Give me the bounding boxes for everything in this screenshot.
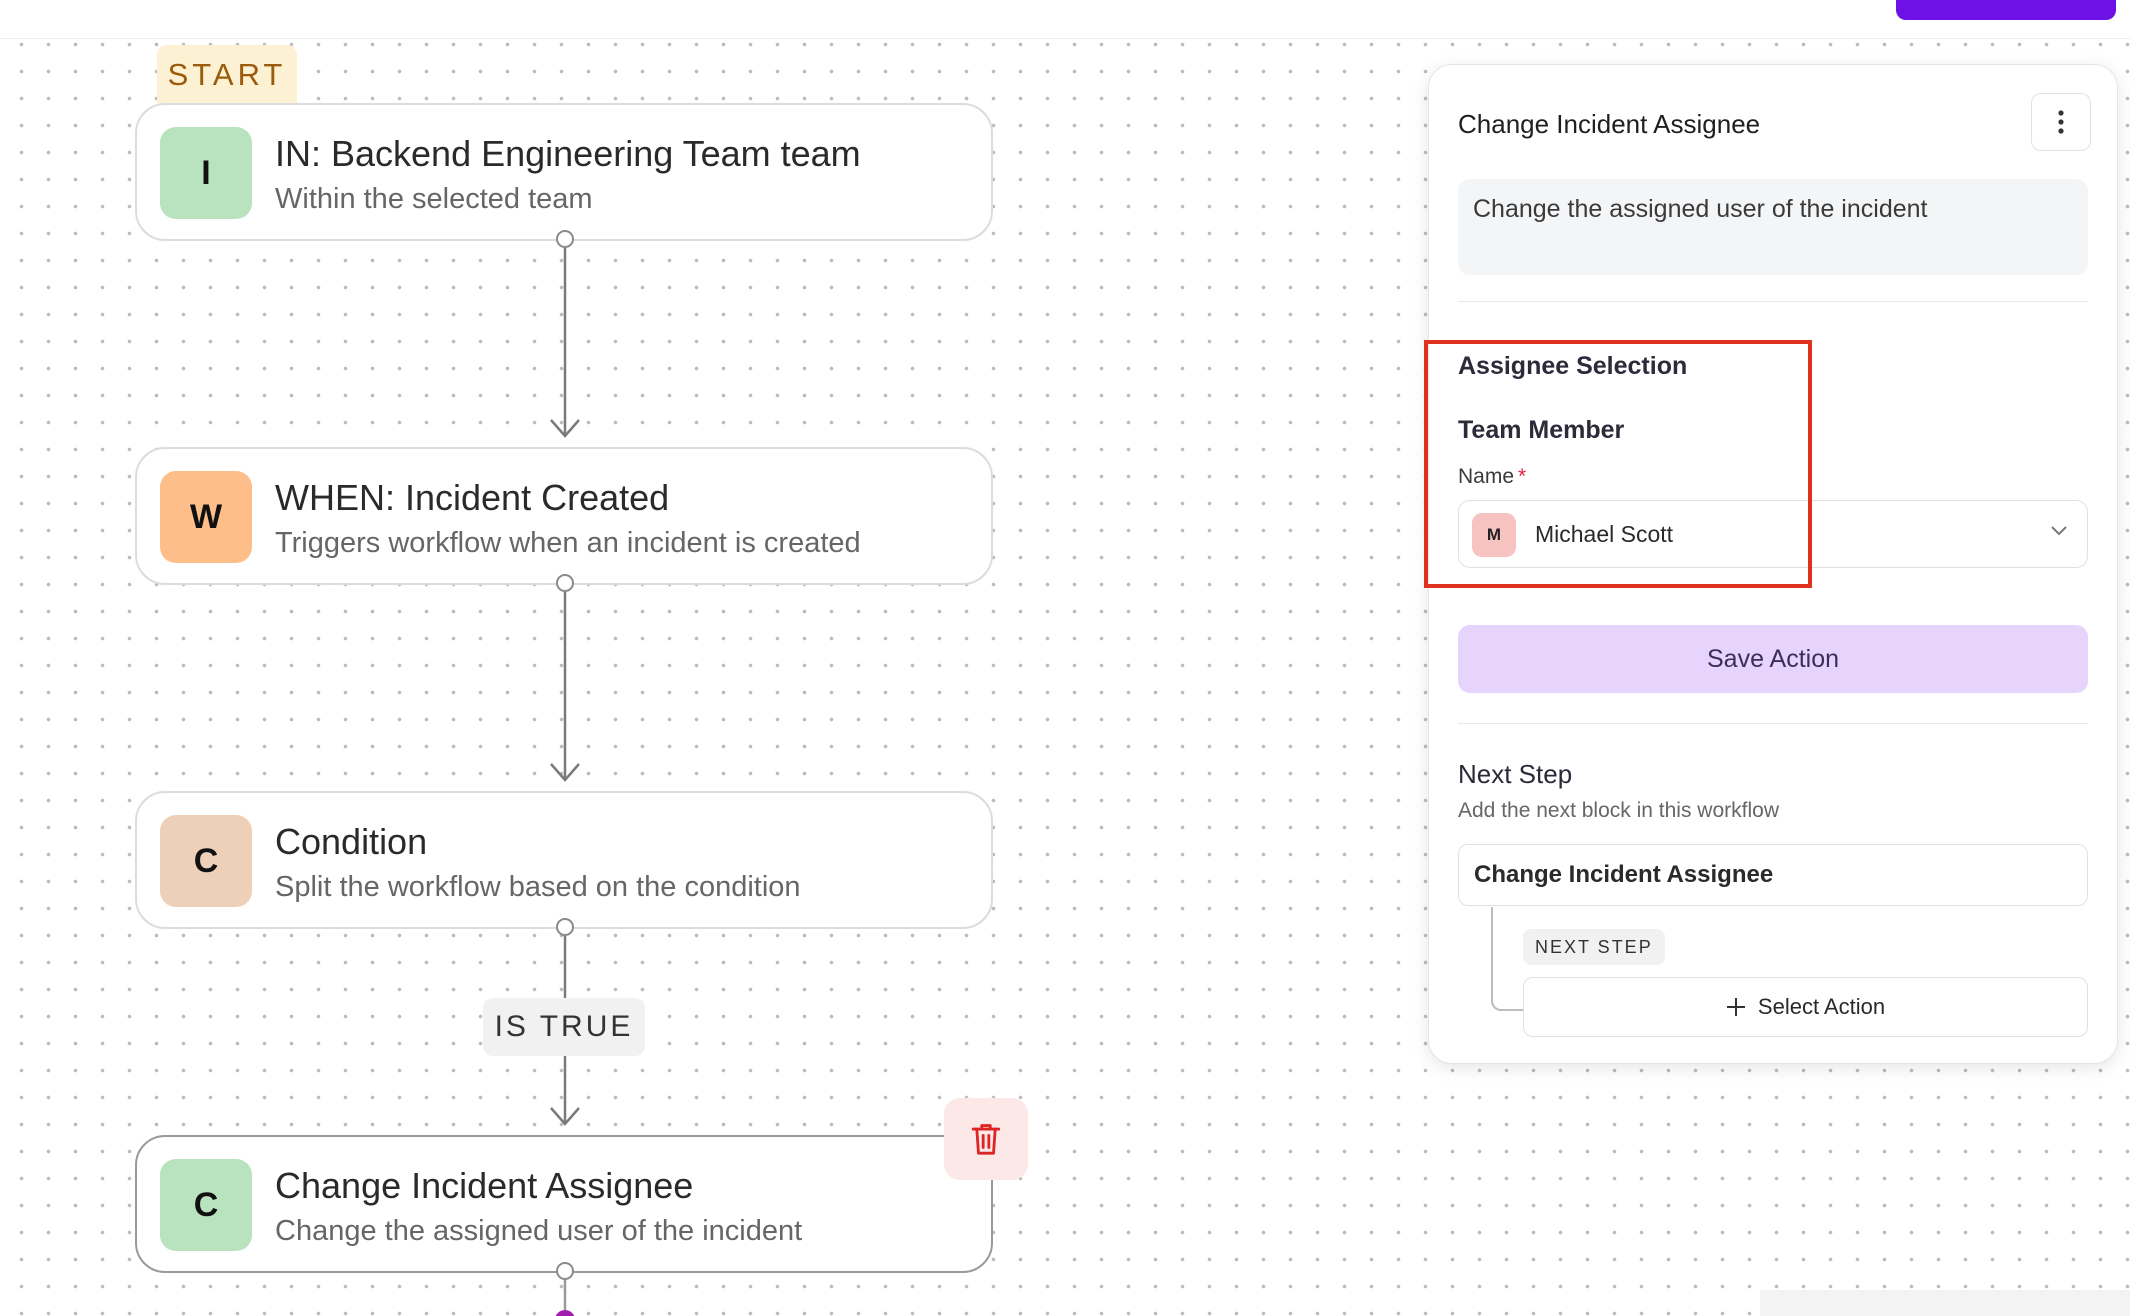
selected-user-name: Michael Scott [1535, 521, 1674, 547]
delete-node-button[interactable] [944, 1098, 1028, 1180]
action-config-panel: Change Incident Assignee Change the assi… [1424, 64, 2118, 1064]
start-tag: START [157, 45, 297, 103]
next-step-subtitle: Add the next block in this workflow [1458, 799, 1779, 822]
connector-arrow [550, 248, 580, 438]
node-condition[interactable]: C Condition Split the workflow based on … [135, 791, 993, 929]
connector-line [555, 1280, 575, 1316]
node-output-port[interactable] [556, 918, 574, 936]
node-subtitle: Within the selected team [275, 183, 593, 215]
kebab-menu-icon [2058, 110, 2064, 134]
node-title: IN: Backend Engineering Team team [275, 133, 861, 174]
user-avatar: M [1472, 513, 1516, 557]
trash-icon [971, 1124, 1001, 1155]
next-step-heading: Next Step [1458, 759, 1573, 789]
select-action-button[interactable]: Select Action [1523, 977, 2088, 1037]
connector-arrow [550, 592, 580, 782]
tree-connector [1491, 907, 1527, 1011]
team-member-heading: Team Member [1458, 416, 1625, 444]
node-avatar: W [160, 471, 252, 563]
node-avatar: I [160, 127, 252, 219]
node-output-port[interactable] [556, 574, 574, 592]
node-incident-created[interactable]: W WHEN: Incident Created Triggers workfl… [135, 447, 993, 585]
name-field-label: Name * [1458, 465, 1526, 489]
node-output-port[interactable] [556, 1262, 574, 1280]
node-team-filter[interactable]: I IN: Backend Engineering Team team With… [135, 103, 993, 241]
select-action-label: Select Action [1757, 994, 1886, 1019]
next-step-badge: NEXT STEP [1523, 929, 1665, 965]
chevron-down-icon [2051, 526, 2067, 536]
panel-menu-button[interactable] [2031, 93, 2091, 151]
condition-branch-label: IS TRUE [483, 998, 645, 1056]
required-mark: * [1518, 465, 1527, 488]
node-output-port[interactable] [556, 230, 574, 248]
node-subtitle: Split the workflow based on the conditio… [275, 871, 801, 903]
name-label-text: Name [1458, 465, 1515, 488]
assignee-select[interactable]: M Michael Scott [1458, 500, 2088, 568]
description-field[interactable]: Change the assigned user of the incident [1458, 179, 2088, 275]
plus-icon [1726, 998, 1745, 1016]
node-title: Change Incident Assignee [275, 1165, 694, 1206]
node-avatar: C [160, 1159, 252, 1251]
top-bar [0, 0, 2130, 39]
corner-panel [1760, 1290, 2130, 1316]
node-title: WHEN: Incident Created [275, 477, 670, 518]
panel-title: Change Incident Assignee [1458, 109, 1761, 139]
node-avatar: C [160, 815, 252, 907]
node-subtitle: Change the assigned user of the incident [275, 1215, 803, 1247]
divider [1458, 723, 2088, 724]
divider [1458, 301, 2088, 302]
next-block-item[interactable]: Change Incident Assignee [1458, 844, 2088, 906]
node-subtitle: Triggers workflow when an incident is cr… [275, 527, 861, 559]
node-change-assignee[interactable]: C Change Incident Assignee Change the as… [135, 1135, 993, 1273]
node-title: Condition [275, 821, 428, 862]
top-action-button[interactable] [1896, 0, 2116, 20]
assignee-section-heading: Assignee Selection [1458, 352, 1688, 380]
save-action-button[interactable]: Save Action [1458, 625, 2088, 693]
